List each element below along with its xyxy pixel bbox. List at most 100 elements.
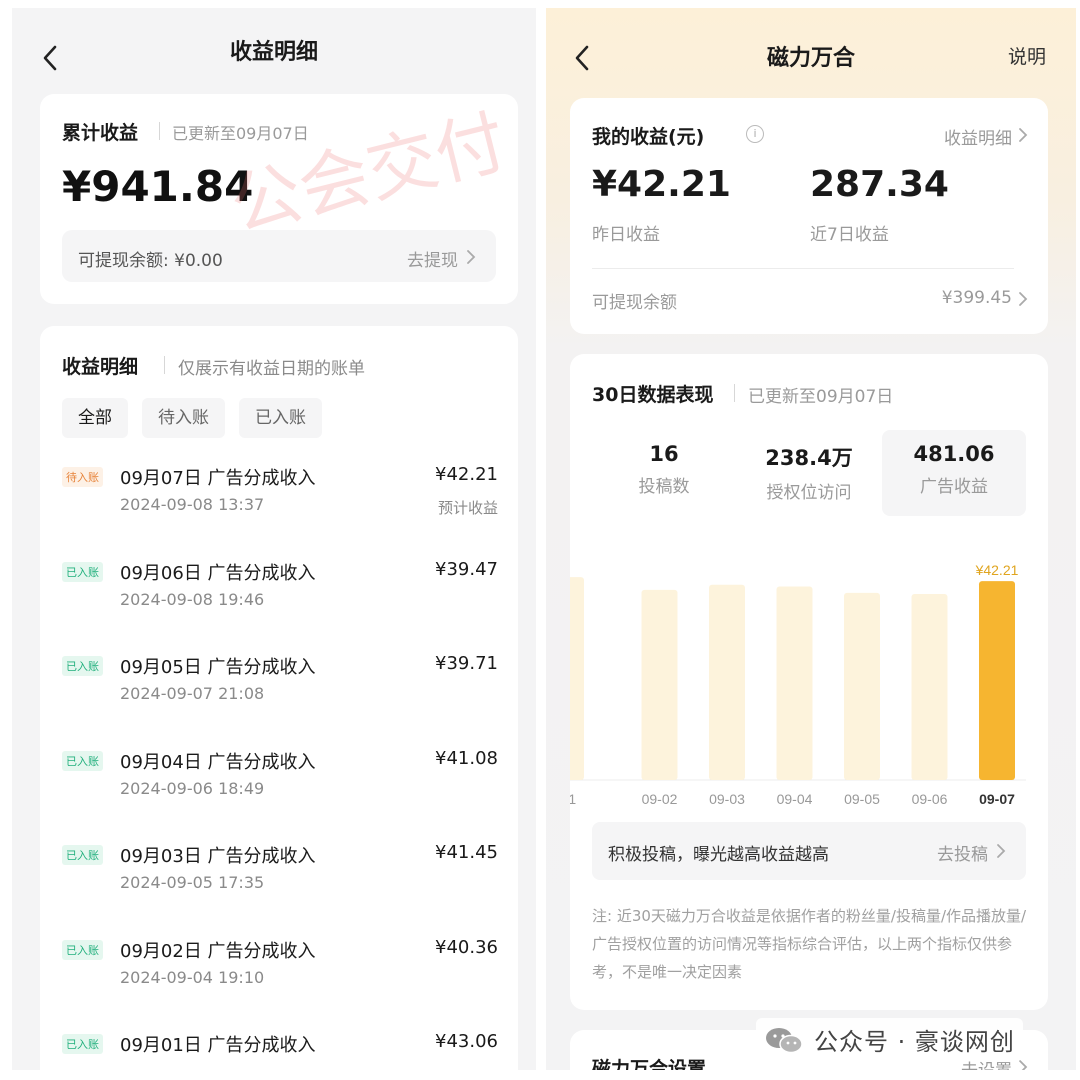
week-earnings-value: 287.34 — [810, 164, 949, 205]
bar-09-04[interactable] — [776, 586, 813, 780]
item-title: 09月04日 广告分成收入 — [120, 751, 316, 773]
bar-09-03[interactable] — [709, 584, 745, 780]
performance-card: 30日数据表现 已更新至09月07日 16 投稿数 238.4万 授权位访问 4… — [570, 354, 1048, 1010]
x-tick-label: 09-05 — [844, 791, 880, 807]
item-title: 09月05日 广告分成收入 — [120, 657, 316, 678]
item-time: 2024-09-04 19:10 — [120, 967, 265, 987]
submit-link[interactable]: 去投稿 — [937, 840, 988, 865]
tab-all[interactable]: 全部 — [62, 398, 128, 438]
balance-value[interactable]: ¥399.45 — [942, 288, 1012, 308]
updated-date: 已更新至09月07日 — [748, 387, 894, 407]
status-badge: 已入账 — [62, 1034, 103, 1054]
week-earnings-label: 近7日收益 — [810, 225, 889, 245]
item-amount: ¥41.08 — [435, 747, 498, 769]
withdrawable-balance-row[interactable]: 可提现余额: ¥0.00 去提现 — [62, 230, 496, 282]
bar-09-06[interactable] — [911, 594, 948, 780]
data-label: ¥42.21 — [975, 562, 1019, 578]
earnings-detail-link[interactable]: 收益明细 — [944, 124, 1012, 149]
item-title: 09月06日 广告分成收入 — [120, 562, 316, 584]
cumulative-amount: ¥941.84 — [62, 162, 254, 211]
item-amount: ¥43.06 — [435, 1031, 498, 1052]
list-title: 收益明细 — [62, 356, 139, 378]
item-title: 09月02日 广告分成收入 — [120, 940, 316, 962]
my-earnings-title: 我的收益(元) — [592, 126, 705, 148]
x-tick-label: 09-03 — [709, 791, 745, 807]
list-note: 仅展示有收益日期的账单 — [178, 359, 365, 379]
x-tick-label: 09-02 — [642, 791, 678, 807]
item-time: 2024-09-07 21:08 — [120, 684, 265, 703]
chevron-right-icon — [1019, 1060, 1028, 1070]
bar-09-05[interactable] — [844, 592, 880, 780]
earnings-bar-chart: -01 09-02 09-03 09-04 09-05 09-06 09-07 ¥42.21 — [570, 562, 1026, 807]
status-badge: 待入账 — [62, 467, 103, 487]
cumulative-earnings-title: 累计收益 — [62, 122, 139, 144]
status-badge: 已入账 — [62, 845, 103, 865]
item-title: 09月01日 广告分成收入 — [120, 1035, 316, 1056]
magnetic-wanhe-screen: 磁力万合 说明 我的收益(元) i 收益明细 ¥42.21 昨日收益 287.3… — [546, 8, 1076, 1070]
page-title: 磁力万合 — [766, 46, 855, 71]
brand-text: 公众号 · 豪谈网创 — [814, 1028, 1015, 1056]
stat-visits[interactable]: 238.4万 授权位访问 — [737, 430, 881, 516]
submit-tip-bar[interactable]: 积极投稿，曝光越高收益越高 去投稿 — [592, 822, 1026, 880]
chevron-right-icon — [1019, 292, 1028, 306]
performance-title: 30日数据表现 — [592, 384, 714, 406]
divider — [159, 122, 160, 140]
x-tick-label: 09-04 — [777, 791, 813, 807]
item-time: 2024-09-06 18:49 — [120, 778, 265, 798]
bar-09-02[interactable] — [641, 589, 678, 780]
nav-bar: 收益明细 — [12, 8, 536, 96]
cumulative-earnings-card: 累计收益 已更新至09月07日 ¥941.84 可提现余额: ¥0.00 去提现 — [40, 94, 518, 304]
updated-date: 已更新至09月07日 — [172, 124, 309, 143]
earnings-list: 待入账 09月07日 广告分成收入 2024-09-08 13:37 ¥42.2… — [62, 464, 498, 1070]
nav-bar: 磁力万合 说明 — [546, 8, 1076, 98]
withdrawable-balance: 可提现余额: ¥0.00 — [78, 251, 223, 271]
earnings-list-card: 收益明细 仅展示有收益日期的账单 全部 待入账 已入账 待入账 09月07日 广… — [40, 326, 518, 1070]
stat-value: 481.06 — [913, 442, 995, 466]
item-amount: ¥39.71 — [435, 653, 498, 674]
tab-pending[interactable]: 待入账 — [142, 398, 225, 438]
list-item[interactable]: 已入账 09月04日 广告分成收入 2024-09-06 18:49 ¥41.0… — [62, 748, 498, 843]
stats-row: 16 投稿数 238.4万 授权位访问 481.06 广告收益 — [592, 430, 1026, 516]
stat-value: 238.4万 — [765, 446, 853, 470]
divider — [734, 384, 735, 402]
yesterday-earnings-label: 昨日收益 — [592, 225, 660, 245]
yesterday-earnings-value: ¥42.21 — [592, 164, 731, 205]
tab-settled[interactable]: 已入账 — [239, 398, 322, 438]
divider — [592, 268, 1014, 269]
item-amount: ¥40.36 — [435, 936, 498, 958]
status-badge: 已入账 — [62, 939, 103, 960]
item-amount: ¥39.47 — [435, 558, 498, 580]
chevron-right-icon — [1019, 128, 1028, 142]
chevron-right-icon — [997, 844, 1006, 858]
list-item[interactable]: 已入账 09月02日 广告分成收入 2024-09-04 19:10 ¥40.3… — [62, 937, 498, 1032]
status-badge: 已入账 — [62, 561, 103, 582]
my-earnings-card: 我的收益(元) i 收益明细 ¥42.21 昨日收益 287.34 近7日收益 … — [570, 98, 1048, 334]
x-tick-label: 09-06 — [912, 791, 948, 807]
earnings-detail-screen: 收益明细 累计收益 已更新至09月07日 ¥941.84 可提现余额: ¥0.0… — [12, 8, 536, 1070]
settings-title: 磁力万合设置 — [592, 1058, 707, 1070]
balance-label: 可提现余额 — [592, 293, 677, 313]
item-amount: ¥41.45 — [435, 842, 498, 863]
chevron-right-icon — [467, 250, 476, 264]
status-badge: 已入账 — [62, 750, 103, 771]
stat-ad-earnings[interactable]: 481.06 广告收益 — [882, 430, 1026, 516]
list-item[interactable]: 已入账 09月01日 广告分成收入 ¥43.06 — [62, 1031, 498, 1070]
x-tick-label: -01 — [570, 791, 576, 807]
list-item[interactable]: 已入账 09月05日 广告分成收入 2024-09-07 21:08 ¥39.7… — [62, 653, 498, 748]
brand-watermark: 公众号 · 豪谈网创 — [756, 1018, 1023, 1061]
item-title: 09月07日 广告分成收入 — [120, 468, 316, 489]
list-item[interactable]: 已入账 09月06日 广告分成收入 2024-09-08 19:46 ¥39.4… — [62, 559, 498, 654]
list-item[interactable]: 待入账 09月07日 广告分成收入 2024-09-08 13:37 ¥42.2… — [62, 464, 498, 559]
item-note: 预计收益 — [437, 499, 498, 517]
footnote: 注: 近30天磁力万合收益是依据作者的粉丝量/投稿量/作品播放量/广告授权位置的… — [592, 907, 1027, 981]
wechat-icon — [766, 1027, 803, 1053]
help-link[interactable]: 说明 — [1008, 42, 1046, 69]
info-icon[interactable]: i — [746, 125, 764, 143]
bar-09-07[interactable] — [979, 581, 1015, 780]
item-time: 2024-09-08 19:46 — [120, 589, 265, 609]
x-tick-label: 09-07 — [979, 791, 1015, 807]
bar--01[interactable] — [570, 577, 584, 780]
list-item[interactable]: 已入账 09月03日 广告分成收入 2024-09-05 17:35 ¥41.4… — [62, 842, 498, 937]
withdraw-link[interactable]: 去提现 — [407, 246, 458, 271]
stat-submissions[interactable]: 16 投稿数 — [592, 430, 736, 516]
